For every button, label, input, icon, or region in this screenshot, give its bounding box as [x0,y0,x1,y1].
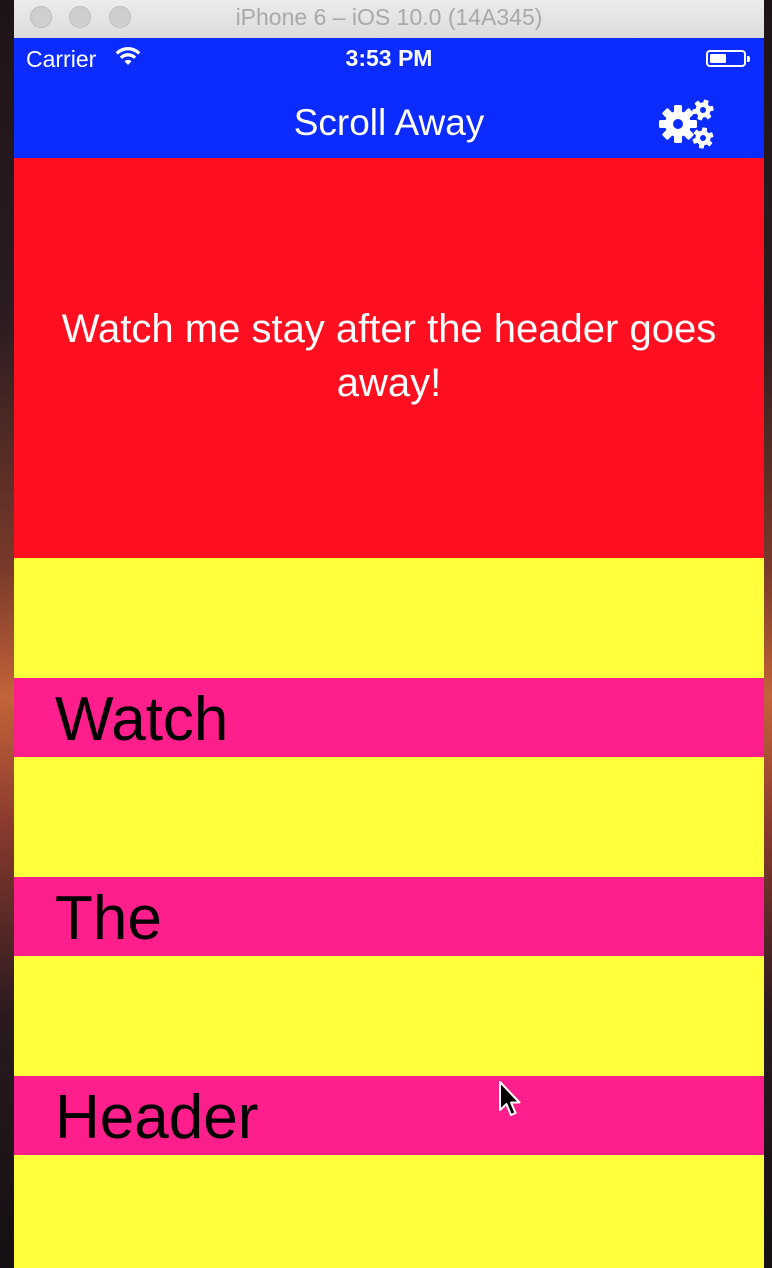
navigation-bar: Scroll Away [14,78,764,158]
battery-icon [706,50,750,67]
nav-title: Scroll Away [293,102,485,143]
gears-icon [659,99,714,149]
simulator-title-bar: iPhone 6 – iOS 10.0 (14A345) [14,0,764,39]
status-time: 3:53 PM [345,45,433,71]
settings-button[interactable] [658,98,718,150]
section-header-header: Header [14,1076,764,1155]
window-title: iPhone 6 – iOS 10.0 (14A345) [235,4,543,30]
section-header-watch: Watch [14,678,764,757]
phone-screen: Carrier 3:53 PM Scroll Away Watch me sta… [14,38,764,1268]
status-bar: Carrier 3:53 PM [14,38,764,78]
mouse-pointer-icon [498,1080,524,1122]
section-label: The [55,884,162,953]
section-label: Header [55,1083,259,1152]
sticky-message: Watch me stay after the header goes away… [61,307,717,405]
sticky-red-view: Watch me stay after the header goes away… [14,158,764,558]
section-label: Watch [55,685,229,754]
section-header-the: The [14,877,764,956]
